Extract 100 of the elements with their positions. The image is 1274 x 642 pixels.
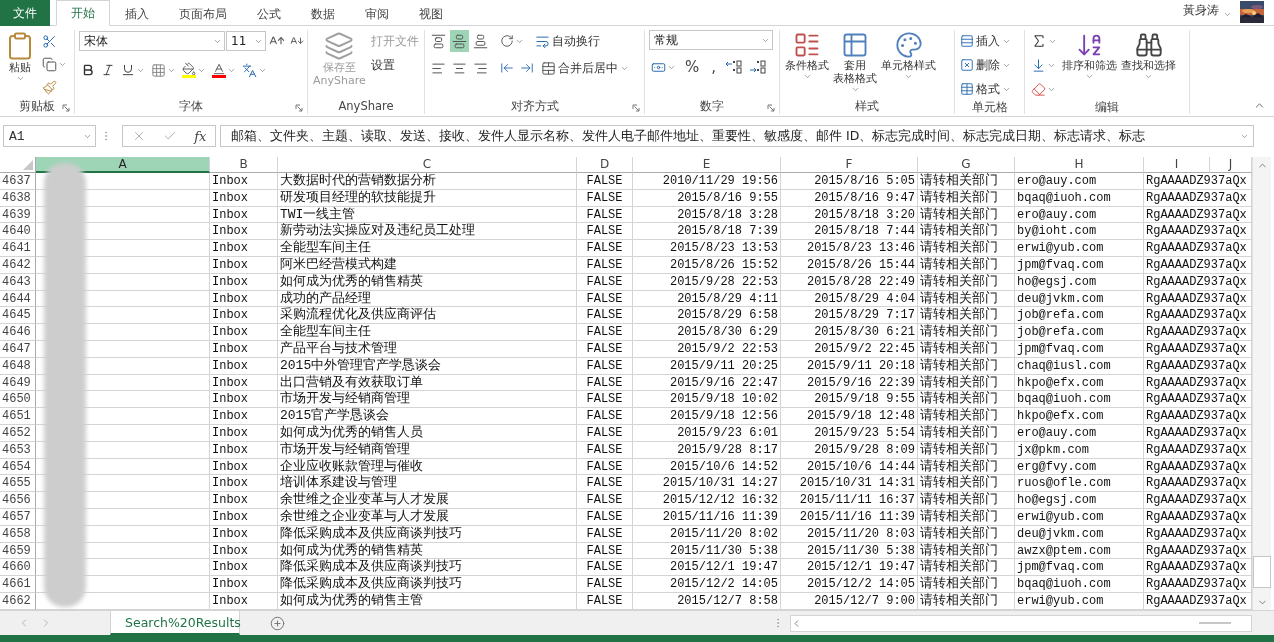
row-header[interactable]: 4640 [0, 223, 36, 241]
horizontal-scrollbar[interactable] [790, 614, 1252, 632]
column-header[interactable]: I [1144, 157, 1210, 173]
merge-center-button[interactable]: 合并后居中 [540, 57, 630, 79]
cells-button[interactable]: 删除 [959, 54, 1012, 76]
ribbon-tab[interactable]: 插入 [110, 1, 164, 26]
column-header[interactable]: D [577, 157, 633, 173]
row-header[interactable]: 4641 [0, 240, 36, 257]
row-header[interactable]: 4650 [0, 391, 36, 409]
vertical-align-icon [452, 33, 467, 49]
column-header[interactable]: F [781, 157, 918, 173]
column-header[interactable]: C [278, 157, 577, 173]
table-cell: Inbox [210, 441, 278, 459]
ribbon-tab[interactable]: 页面布局 [164, 1, 242, 26]
table-cell: erwi@yub.com [1015, 508, 1144, 526]
ribbon-tab[interactable]: 开始 [56, 0, 110, 26]
dialog-launcher-icon[interactable] [62, 104, 70, 112]
table-cell: 2015中外管理官产学恳谈会 [278, 357, 577, 375]
align-left-icon [431, 60, 446, 76]
row-header[interactable]: 4656 [0, 492, 36, 509]
number-format-select[interactable]: 常规 [649, 30, 773, 50]
table-cell: TWI一线主管 [278, 206, 577, 224]
caret-icon [904, 72, 913, 81]
insert-function-button[interactable]: fx [194, 128, 207, 144]
table-cell: 2015/8/18 3:20 [781, 206, 918, 224]
dialog-launcher-icon[interactable] [295, 104, 303, 112]
column-header[interactable]: H [1015, 157, 1144, 173]
user-name[interactable]: 黃身涛 [1183, 2, 1219, 19]
row-header[interactable]: 4655 [0, 475, 36, 493]
ribbon-tab[interactable]: 文件 [0, 0, 50, 26]
row-header[interactable]: 4661 [0, 576, 36, 593]
anyshare-action-button[interactable]: 设置 [369, 54, 420, 76]
table-cell: 请转相关部门 [918, 542, 1015, 560]
table-cell: Inbox [210, 240, 278, 257]
table-cell: FALSE [577, 559, 633, 577]
editing-button[interactable]: 查找和选择 [1120, 30, 1177, 82]
table-cell: 请转相关部门 [918, 408, 1015, 425]
row-header[interactable]: 4651 [0, 408, 36, 425]
cells-button[interactable]: 格式 [959, 78, 1012, 100]
number-style-button[interactable]: , [706, 56, 722, 78]
sheet-tab[interactable]: Search%20Results [110, 611, 240, 635]
table-cell: jpm@fvaq.com [1015, 257, 1144, 274]
number-style-button[interactable]: % [680, 56, 705, 78]
style-button[interactable]: 单元格样式 [880, 30, 937, 82]
table-cell: bqaq@iuoh.com [1015, 576, 1144, 593]
table-cell: Inbox [210, 374, 278, 392]
scrollbar-thumb[interactable] [1199, 622, 1231, 624]
font-name-select[interactable]: 宋体 [79, 31, 225, 51]
ribbon-tab[interactable]: 审阅 [350, 1, 404, 26]
table-cell: FALSE [577, 542, 633, 560]
format-cells-icon [960, 82, 974, 96]
table-cell: 余世维之企业变革与人才发展 [278, 492, 577, 509]
borders-icon [151, 62, 166, 78]
table-cell: FALSE [577, 223, 633, 241]
row-header[interactable]: 4660 [0, 559, 36, 577]
formula-field[interactable]: 邮箱、文件夹、主题、读取、发送、接收、发件人显示名称、发件人电子邮件地址、重要性、敏感度、邮件 ID、标志完成时间、标志完成日期、标志请求、标志 [220, 125, 1254, 147]
ribbon-tab[interactable]: 公式 [242, 1, 296, 26]
ribbon-tab[interactable]: 视图 [404, 1, 458, 26]
table-cell: 市场开发与经销商管理 [278, 391, 577, 409]
table-cell: 阿米巴经营模式构建 [278, 257, 577, 274]
table-cell: FALSE [577, 240, 633, 257]
row-header[interactable]: 4645 [0, 307, 36, 325]
table-cell: 如何成为优秀的销售精英 [278, 542, 577, 560]
table-cell: 请转相关部门 [918, 357, 1015, 375]
wrap-text-button[interactable]: 自动换行 [534, 30, 601, 52]
style-button[interactable]: 套用 表格格式 [832, 30, 878, 95]
group-label: 对齐方式 [510, 98, 559, 114]
paste-button[interactable]: 粘贴 [4, 30, 36, 84]
ribbon-tab[interactable]: 数据 [296, 1, 350, 26]
row-header[interactable]: 4646 [0, 324, 36, 341]
table-cell: 成功的产品经理 [278, 290, 577, 308]
dialog-launcher-icon[interactable] [767, 104, 775, 112]
table-cell: jpm@fvaq.com [1015, 340, 1144, 358]
table-format-icon [841, 31, 869, 59]
column-header[interactable]: G [918, 157, 1015, 173]
table-cell: FALSE [577, 273, 633, 291]
table-cell: deu@jvkm.com [1015, 290, 1144, 308]
name-box[interactable]: A1 [3, 125, 96, 147]
table-cell: 2015/8/29 4:04 [781, 290, 918, 308]
vertical-align-button[interactable] [450, 30, 469, 52]
table-cell: 2015/10/31 14:31 [781, 475, 918, 493]
scrollbar-thumb[interactable] [1253, 556, 1271, 588]
column-header[interactable]: A [36, 157, 210, 173]
table-cell: 采购流程优化及供应商评估 [278, 307, 577, 325]
table-cell: FALSE [577, 173, 633, 190]
merge-cells-icon [541, 60, 556, 76]
table-cell: 2015官产学恳谈会 [278, 408, 577, 425]
column-header[interactable]: E [633, 157, 781, 173]
editing-button[interactable]: 排序和筛选 [1061, 30, 1118, 82]
row-header[interactable]: 4637 [0, 173, 36, 190]
table-cell: by@ioht.com [1015, 223, 1144, 241]
cells-button[interactable]: 插入 [959, 30, 1012, 52]
column-header[interactable]: B [210, 157, 278, 173]
vertical-scrollbar[interactable] [1252, 157, 1271, 610]
dialog-launcher-icon[interactable] [632, 104, 640, 112]
table-cell: ero@auy.com [1015, 424, 1144, 442]
style-button[interactable]: 条件格式 [784, 30, 830, 82]
font-size-select[interactable]: 11 [226, 31, 266, 51]
table-cell: 2015/9/18 12:56 [633, 408, 781, 425]
table-cell: Inbox [210, 559, 278, 577]
